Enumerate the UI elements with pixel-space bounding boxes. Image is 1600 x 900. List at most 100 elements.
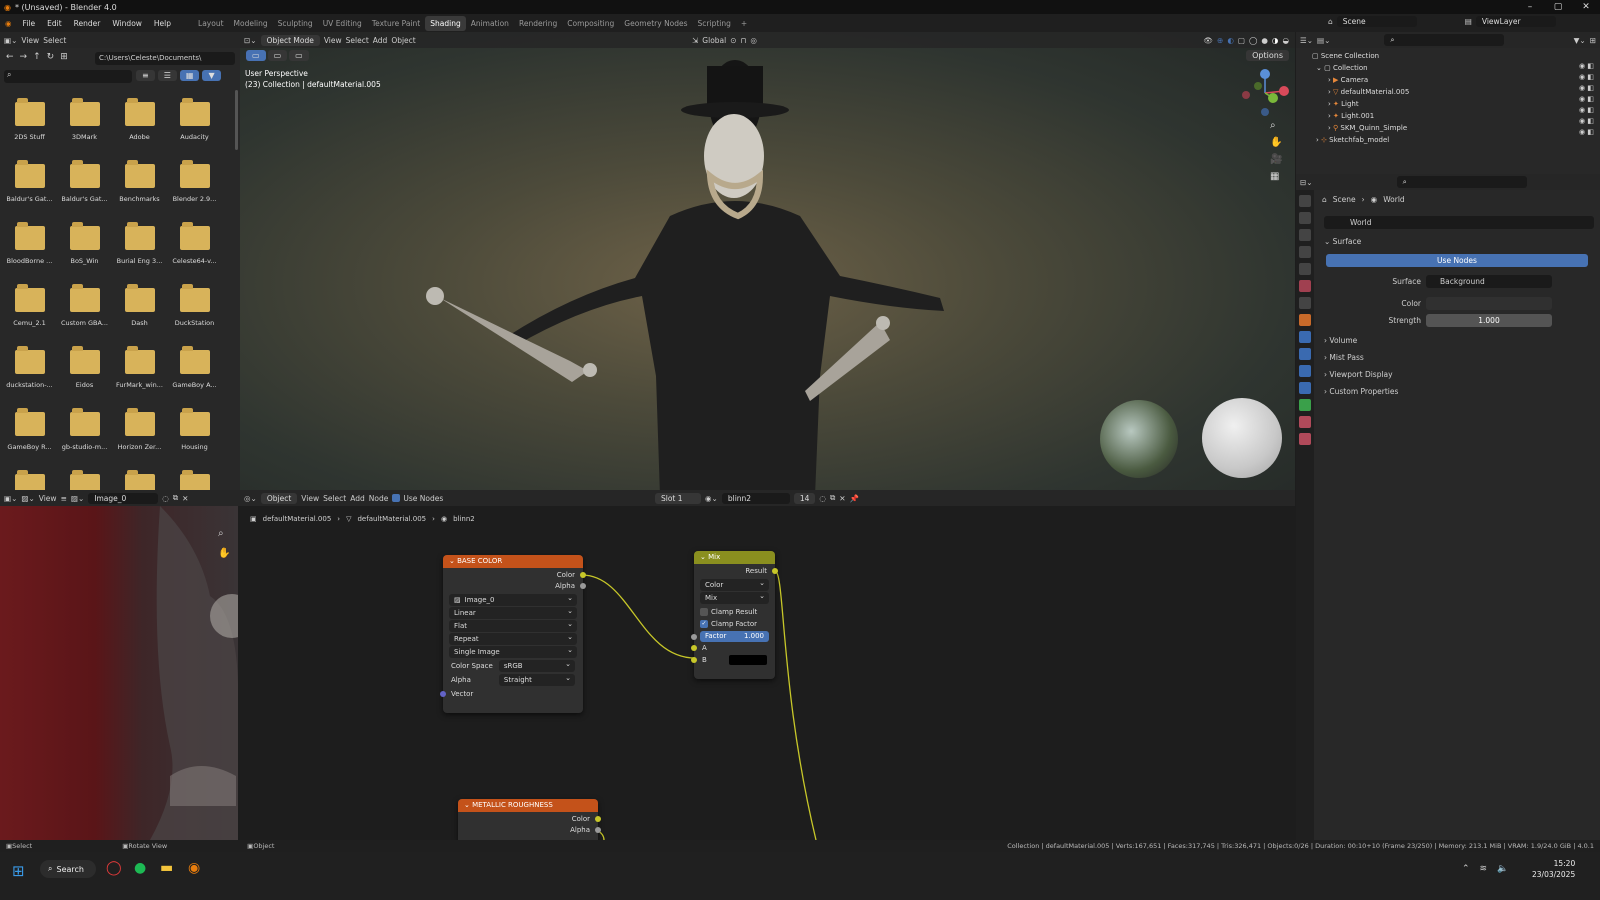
shading-solid-icon[interactable]: ●	[1261, 36, 1268, 45]
parent-dir-icon[interactable]: ↑	[33, 52, 41, 62]
folder-item[interactable]: Benchmarks	[112, 152, 167, 214]
outliner-item[interactable]: › ⚲ SKM_Quinn_Simple	[1302, 122, 1594, 134]
alpha-dropdown[interactable]: Straight	[498, 672, 575, 686]
scene-tab-icon[interactable]	[1299, 263, 1311, 275]
folder-item[interactable]: GameBoy A...	[167, 338, 222, 400]
pan-hand-icon[interactable]: ✋	[1270, 137, 1282, 148]
windows-start-icon[interactable]: ⊞	[12, 862, 25, 880]
folder-item[interactable]: GameBoy R...	[2, 400, 57, 462]
folder-item[interactable]: Baldur's Gat...	[57, 152, 112, 214]
menu-edit[interactable]: Edit	[41, 19, 68, 28]
surface-shader-field[interactable]: Background	[1426, 275, 1552, 288]
folder-item[interactable]: BoS_Win	[57, 214, 112, 276]
navigation-gizmo[interactable]	[1240, 68, 1290, 118]
node-header[interactable]: ⌄ METALLIC ROUGHNESS	[458, 799, 598, 812]
eye-icon[interactable]: ◉ ◧	[1579, 73, 1594, 81]
world-name-field[interactable]: World	[1324, 216, 1594, 229]
shading-rendered-icon[interactable]: ◒	[1282, 36, 1289, 45]
gizmo-icon[interactable]: ⊕	[1217, 36, 1223, 45]
display-mode-icon[interactable]: ▤⌄	[1317, 36, 1330, 45]
material-tab-icon[interactable]	[1299, 416, 1311, 428]
particles-tab-icon[interactable]	[1299, 348, 1311, 360]
vp-add-menu[interactable]: Add	[373, 36, 388, 45]
folder-item[interactable]: Burial Eng 3...	[112, 214, 167, 276]
extension-dropdown[interactable]: Repeat	[449, 631, 577, 645]
ortho-grid-icon[interactable]: ▦	[1270, 171, 1282, 182]
source-dropdown[interactable]: Single Image	[449, 644, 577, 658]
projection-dropdown[interactable]: Flat	[449, 618, 577, 632]
mist-pass-panel-header[interactable]: › Mist Pass	[1324, 353, 1364, 362]
outliner-item[interactable]: › ✦ Light.001	[1302, 110, 1594, 122]
color-field[interactable]	[1426, 297, 1552, 310]
shading-material-icon[interactable]: ◑	[1272, 36, 1279, 45]
expand-icon[interactable]: ⌄	[1316, 64, 1324, 72]
editor-type-icon[interactable]: ▣⌄	[4, 36, 17, 45]
node-header[interactable]: ⌄ BASE COLOR	[443, 555, 583, 568]
forward-arrow-icon[interactable]: →	[20, 52, 28, 62]
blender-taskbar-icon[interactable]: ◉	[188, 860, 200, 876]
folder-item[interactable]: DuckStation	[167, 276, 222, 338]
folder-item[interactable]: 3DMark	[57, 90, 112, 152]
pivot-icon[interactable]: ⊙	[730, 36, 736, 45]
scene-selector[interactable]: Scene	[1336, 16, 1417, 27]
world-tab-icon[interactable]	[1299, 280, 1311, 292]
list-horizontal-icon[interactable]: ☰	[157, 70, 177, 81]
new-folder-icon[interactable]: ⊞	[60, 52, 68, 62]
options-button[interactable]: Options	[1246, 50, 1289, 61]
camera-view-icon[interactable]: 🎥	[1270, 154, 1282, 165]
tab-sculpting[interactable]: Sculpting	[273, 16, 318, 31]
tray-chevron-up-icon[interactable]: ⌃	[1462, 864, 1470, 874]
viewport-display-panel-header[interactable]: › Viewport Display	[1324, 370, 1393, 379]
tab-layout[interactable]: Layout	[193, 16, 229, 31]
select-extend-icon[interactable]: ▭	[267, 50, 288, 61]
color-space-dropdown[interactable]: sRGB	[498, 658, 575, 672]
folder-item[interactable]: Dash	[112, 276, 167, 338]
shading-wireframe-icon[interactable]: ◯	[1249, 36, 1257, 45]
wifi-icon[interactable]: ≋	[1480, 864, 1488, 874]
back-arrow-icon[interactable]: ←	[6, 52, 14, 62]
menu-render[interactable]: Render	[68, 19, 107, 28]
tab-compositing[interactable]: Compositing	[562, 16, 619, 31]
tab-rendering[interactable]: Rendering	[514, 16, 562, 31]
outliner-collection[interactable]: ⌄ ▢ Collection	[1302, 62, 1594, 74]
properties-search-input[interactable]: ⌕	[1396, 176, 1527, 188]
folder-item[interactable]: Blender 2.9...	[167, 152, 222, 214]
spotify-icon[interactable]: ●	[134, 860, 146, 876]
data-tab-icon[interactable]	[1299, 399, 1311, 411]
render-tab-icon[interactable]	[1299, 212, 1311, 224]
outliner-scene-collection[interactable]: ▢ Scene Collection	[1302, 50, 1594, 62]
custom-properties-panel-header[interactable]: › Custom Properties	[1324, 387, 1398, 396]
fake-user-icon[interactable]: ◌	[162, 494, 169, 503]
folder-item[interactable]: BloodBorne ...	[2, 214, 57, 276]
strength-slider[interactable]: 1.000	[1426, 314, 1552, 327]
node-header[interactable]: ⌄ Mix	[694, 551, 775, 564]
texture-tab-icon[interactable]	[1299, 433, 1311, 445]
outliner-item[interactable]: › ✦ Light	[1302, 98, 1594, 110]
socket-input[interactable]	[691, 645, 697, 651]
view-layer-tab-icon[interactable]	[1299, 246, 1311, 258]
folder-item[interactable]: 2DS Stuff	[2, 90, 57, 152]
fb-select-menu[interactable]: Select	[43, 36, 66, 45]
surface-panel-header[interactable]: ⌄ Surface	[1324, 237, 1361, 246]
socket-input[interactable]	[691, 634, 697, 640]
filter-icon[interactable]: ▼	[202, 70, 221, 81]
editor-type-icon[interactable]: ☰⌄	[1300, 36, 1313, 45]
tab-texture-paint[interactable]: Texture Paint	[367, 16, 425, 31]
collection-tab-icon[interactable]	[1299, 297, 1311, 309]
menu-file[interactable]: File	[17, 19, 42, 28]
maximize-icon[interactable]: ▢	[1544, 0, 1572, 14]
path-field[interactable]: C:\Users\Celeste\Documents\	[95, 52, 235, 65]
interpolation-dropdown[interactable]: Linear	[449, 605, 577, 619]
editor-type-icon[interactable]: ▣⌄	[4, 494, 17, 503]
folder-item[interactable]: Eidos	[57, 338, 112, 400]
outliner-item[interactable]: › ▶ Camera	[1302, 74, 1594, 86]
ie-view-menu[interactable]: View	[39, 494, 57, 503]
image-selector[interactable]: ▨ Image_0	[449, 592, 577, 606]
taskbar-search[interactable]: ⌕ Search	[40, 860, 96, 878]
constraints-tab-icon[interactable]	[1299, 382, 1311, 394]
mix-node[interactable]: ⌄ Mix Result Color Mix Clamp Result ✓Cla…	[691, 551, 778, 679]
eye-icon[interactable]: ◉ ◧	[1579, 84, 1594, 92]
eye-icon[interactable]: ◉ ◧	[1579, 128, 1594, 136]
socket-output[interactable]	[595, 827, 601, 833]
output-tab-icon[interactable]	[1299, 229, 1311, 241]
